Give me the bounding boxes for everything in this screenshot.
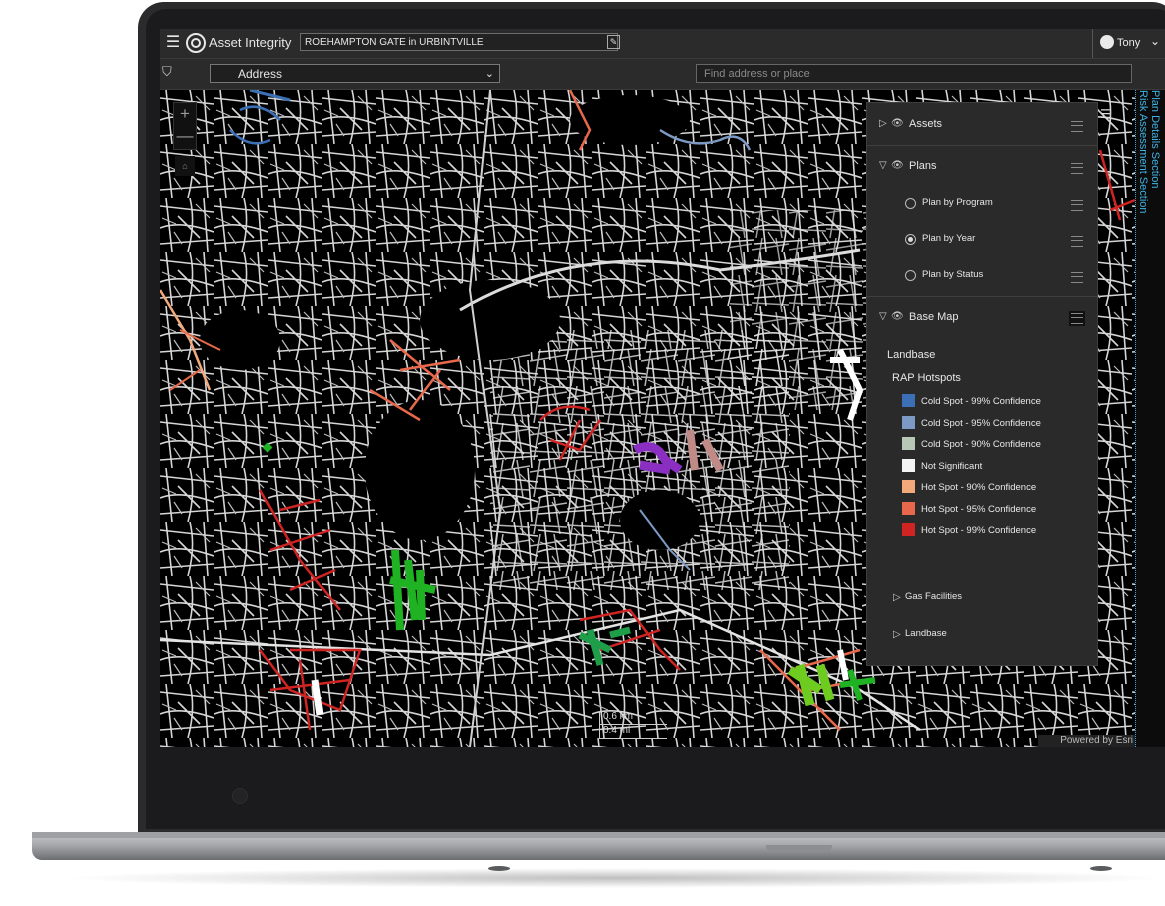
expand-right-icon[interactable]: ▷ bbox=[893, 592, 901, 603]
legend-swatch bbox=[902, 416, 915, 429]
search-toolbar: ⛉ Address ⌄ Find address or place bbox=[160, 59, 1165, 90]
tab-risk-assessment[interactable]: Risk Assessment Section bbox=[1137, 90, 1149, 214]
legend-label: Cold Spot - 99% Confidence bbox=[921, 396, 1041, 407]
scale-km: 0.6 km bbox=[599, 711, 667, 725]
layer-group-plans[interactable]: ▽ 👁 Plans Plan by Program Plan by Year P… bbox=[867, 146, 1097, 297]
layer-options-icon[interactable] bbox=[1071, 236, 1083, 247]
tab-plan-details[interactable]: Plan Details Section bbox=[1149, 90, 1161, 188]
layer-options-icon[interactable] bbox=[1071, 200, 1083, 211]
rap-hotspots-heading: RAP Hotspots bbox=[892, 372, 961, 384]
layer-group-assets[interactable]: ▷ 👁 Assets bbox=[867, 103, 1097, 146]
laptop-base-lip bbox=[32, 832, 1165, 838]
chevron-down-icon: ⌄ bbox=[1150, 34, 1161, 48]
legend-label: Hot Spot - 99% Confidence bbox=[921, 525, 1037, 536]
scale-mi: 0.4 mi bbox=[599, 725, 667, 739]
side-tab-strip: Plan Details Section Risk Assessment Sec… bbox=[1135, 90, 1165, 747]
layer-list-icon[interactable]: ☰ bbox=[1100, 107, 1114, 121]
laptop-camera bbox=[232, 788, 248, 804]
laptop-foot bbox=[488, 866, 510, 871]
legend-label: Cold Spot - 90% Confidence bbox=[921, 439, 1041, 450]
plan-by-year-radio[interactable] bbox=[905, 234, 916, 245]
hamburger-menu-icon[interactable]: ☰ bbox=[164, 33, 182, 53]
location-field[interactable]: ROEHAMPTON GATE in URBINTVILLE bbox=[300, 33, 618, 51]
legend-swatch bbox=[902, 394, 915, 407]
landbase-group[interactable]: Landbase bbox=[905, 628, 947, 639]
expand-down-icon[interactable]: ▽ bbox=[879, 311, 887, 322]
legend-label: Cold Spot - 95% Confidence bbox=[921, 418, 1041, 429]
app-title: Asset Integrity bbox=[209, 35, 292, 50]
plan-option-label: Plan by Status bbox=[922, 269, 984, 280]
zoom-in-button[interactable]: + bbox=[174, 103, 196, 125]
legend-label: Not Significant bbox=[921, 461, 983, 472]
layer-label: Assets bbox=[909, 118, 943, 130]
layer-options-icon[interactable] bbox=[1069, 311, 1085, 326]
legend-swatch bbox=[902, 523, 915, 536]
plan-by-program-radio[interactable] bbox=[905, 198, 916, 209]
top-bar: ☰ Asset Integrity ROEHAMPTON GATE in URB… bbox=[160, 29, 1165, 59]
laptop-shadow bbox=[60, 868, 1165, 888]
legend-swatch bbox=[902, 502, 915, 515]
layer-options-icon[interactable] bbox=[1071, 121, 1083, 132]
chevron-down-icon: ⌄ bbox=[484, 68, 494, 80]
legend-swatch bbox=[902, 480, 915, 493]
basemap-toggle-icon[interactable]: ⌂ bbox=[175, 156, 195, 176]
layer-label: Plans bbox=[909, 160, 937, 172]
app-logo-icon bbox=[186, 33, 206, 53]
layer-panel: ▷ 👁 Assets ▽ 👁 Plans Plan by Program Pla… bbox=[866, 102, 1098, 666]
expand-down-icon[interactable]: ▽ bbox=[879, 160, 887, 171]
user-menu[interactable]: Tony ⌄ bbox=[1092, 29, 1165, 58]
zoom-out-button[interactable]: — bbox=[174, 125, 196, 147]
plan-option-label: Plan by Program bbox=[922, 197, 993, 208]
edit-icon[interactable]: ✎ bbox=[607, 35, 620, 49]
legend-label: Hot Spot - 95% Confidence bbox=[921, 504, 1037, 515]
search-input[interactable]: Find address or place bbox=[696, 64, 1132, 83]
legend-label: Hot Spot - 90% Confidence bbox=[921, 482, 1037, 493]
eye-icon[interactable]: 👁 bbox=[891, 118, 904, 129]
scale-bar: 0.6 km 0.4 mi bbox=[599, 711, 667, 741]
expand-right-icon[interactable]: ▷ bbox=[879, 118, 887, 129]
plan-by-status-radio[interactable] bbox=[905, 270, 916, 281]
landbase-heading: Landbase bbox=[887, 349, 936, 361]
search-type-value: Address bbox=[238, 67, 283, 81]
laptop-notch bbox=[766, 845, 832, 852]
layer-group-base-map[interactable]: ▽ 👁 Base Map Landbase RAP Hotspots Cold … bbox=[867, 297, 1097, 664]
zoom-control: + — bbox=[173, 102, 197, 150]
filter-icon[interactable]: ⛉ bbox=[162, 64, 176, 80]
user-avatar-icon bbox=[1100, 35, 1114, 49]
attribution[interactable]: Powered by Esri bbox=[1038, 735, 1135, 747]
eye-icon[interactable]: 👁 bbox=[891, 311, 904, 322]
user-name: Tony bbox=[1117, 37, 1141, 49]
app-screen: ☰ Asset Integrity ROEHAMPTON GATE in URB… bbox=[160, 29, 1165, 747]
layer-options-icon[interactable] bbox=[1071, 272, 1083, 283]
layer-label: Base Map bbox=[909, 311, 959, 323]
expand-right-icon[interactable]: ▷ bbox=[893, 629, 901, 640]
legend-swatch bbox=[902, 459, 915, 472]
plan-option-label: Plan by Year bbox=[922, 233, 976, 244]
gas-facilities-group[interactable]: Gas Facilities bbox=[905, 591, 962, 602]
eye-icon[interactable]: 👁 bbox=[891, 160, 904, 171]
legend-swatch bbox=[902, 437, 915, 450]
laptop-foot bbox=[1090, 866, 1112, 871]
layer-options-icon[interactable] bbox=[1071, 163, 1083, 174]
search-type-select[interactable]: Address ⌄ bbox=[210, 64, 500, 83]
